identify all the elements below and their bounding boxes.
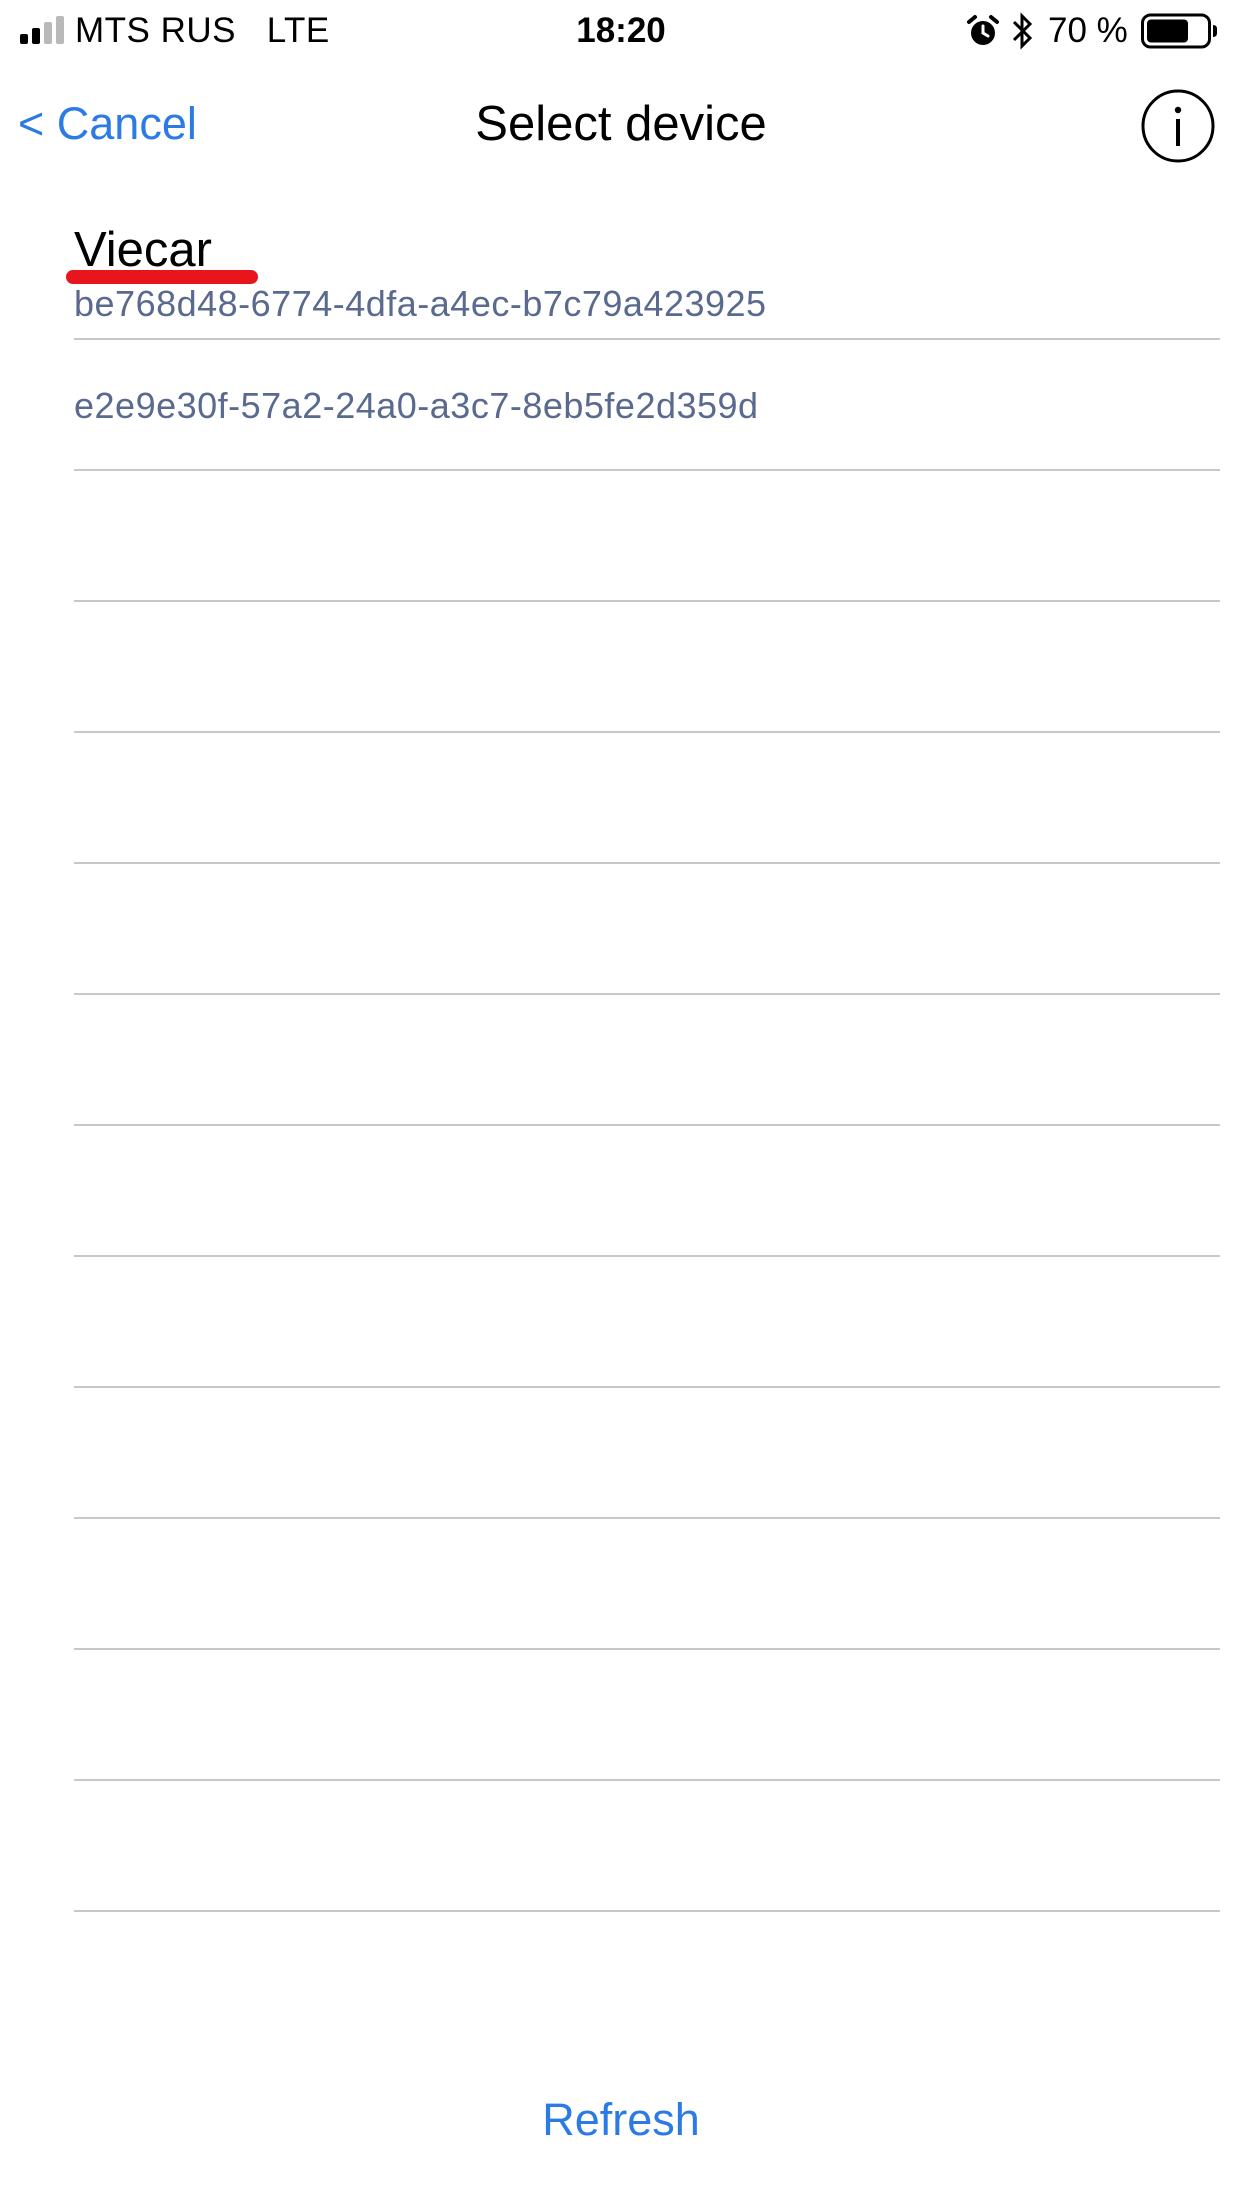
refresh-button[interactable]: Refresh	[0, 2092, 1242, 2148]
empty-row	[74, 995, 1220, 1126]
nav-bar: < Cancel Select device	[0, 60, 1242, 190]
empty-row	[74, 1650, 1220, 1781]
battery-icon	[1141, 13, 1217, 49]
device-uuid: be768d48-6774-4dfa-a4ec-b7c79a423925	[74, 283, 767, 324]
empty-row	[74, 1519, 1220, 1650]
device-list: Viecar be768d48-6774-4dfa-a4ec-b7c79a423…	[66, 200, 1220, 1912]
empty-row	[74, 1388, 1220, 1519]
device-row[interactable]: e2e9e30f-57a2-24a0-a3c7-8eb5fe2d359d	[74, 340, 1220, 471]
device-row[interactable]: Viecar be768d48-6774-4dfa-a4ec-b7c79a423…	[66, 200, 1220, 340]
empty-row	[74, 1257, 1220, 1388]
battery-percent: 70 %	[1048, 11, 1128, 50]
empty-row	[74, 864, 1220, 995]
info-icon[interactable]	[1140, 88, 1216, 164]
empty-row	[74, 733, 1220, 864]
empty-row	[74, 1781, 1220, 1912]
empty-row	[74, 471, 1220, 602]
empty-row	[74, 602, 1220, 733]
page-title: Select device	[475, 97, 767, 151]
empty-row	[74, 1126, 1220, 1257]
status-bar: MTS RUS LTE 18:20 70 %	[0, 0, 1242, 60]
device-uuid: e2e9e30f-57a2-24a0-a3c7-8eb5fe2d359d	[74, 385, 759, 426]
bluetooth-icon	[1012, 12, 1033, 50]
alarm-icon	[967, 15, 999, 45]
